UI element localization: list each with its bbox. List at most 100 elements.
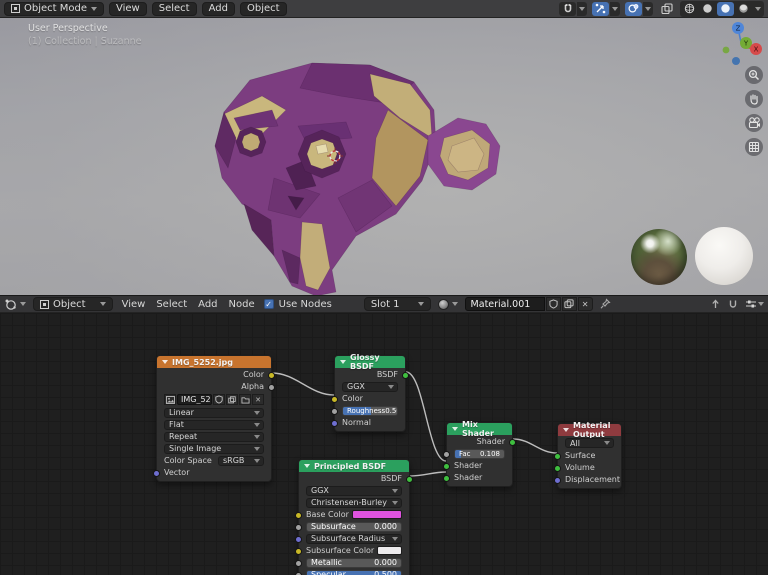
unlink-material-button[interactable]: ✕ (577, 297, 593, 311)
socket-metallic-in[interactable] (295, 559, 302, 567)
material-slot-selector[interactable]: Slot 1 (363, 297, 431, 311)
extension-select[interactable]: Repeat (164, 431, 264, 442)
mode-selector[interactable]: Object Mode (4, 1, 104, 16)
fake-user-button[interactable] (545, 297, 561, 311)
socket-roughness-in[interactable] (331, 407, 338, 415)
snap-dropdown[interactable] (577, 1, 587, 16)
image-unlink-button[interactable]: ✕ (252, 394, 264, 405)
browse-material-button[interactable] (437, 298, 458, 310)
use-nodes-toggle[interactable]: ✓ Use Nodes (263, 299, 332, 310)
menu-node[interactable]: Node (227, 299, 257, 310)
image-copy-button[interactable] (226, 394, 238, 405)
node-image-header[interactable]: IMG_5252.jpg (157, 356, 271, 368)
metallic-slider[interactable]: Metallic 0.000 (306, 557, 402, 568)
image-fake-user-button[interactable] (213, 394, 225, 405)
roughness-slider[interactable]: Roughness0.500 (342, 405, 398, 416)
interpolation-select[interactable]: Linear (164, 407, 264, 418)
socket-surface-in[interactable] (554, 452, 561, 460)
socket-color-in[interactable] (331, 395, 338, 403)
collapse-icon[interactable] (304, 464, 310, 468)
ortho-grid-button[interactable] (745, 138, 763, 156)
node-principled-header[interactable]: Principled BSDF (299, 460, 409, 472)
node-principled-bsdf[interactable]: Principled BSDF BSDF GGX Christensen-Bur… (295, 459, 413, 575)
collapse-icon[interactable] (340, 360, 346, 364)
collapse-icon[interactable] (162, 360, 168, 364)
shading-wireframe-icon[interactable] (681, 2, 698, 16)
distribution-select[interactable]: GGX (342, 381, 398, 392)
gizmo-dropdown[interactable] (610, 1, 620, 16)
socket-alpha-out[interactable] (268, 383, 275, 391)
parent-arrow-icon[interactable] (710, 298, 721, 310)
menu-view[interactable]: View (120, 299, 148, 310)
overlays-dropdown[interactable] (643, 1, 653, 16)
output-target-select[interactable]: All (565, 438, 614, 448)
image-open-button[interactable] (239, 394, 251, 405)
image-browse-button[interactable] (164, 394, 176, 405)
node-glossy-header[interactable]: Glossy BSDF (335, 353, 405, 371)
shading-rendered-icon[interactable] (735, 2, 752, 16)
socket-vector-in[interactable] (153, 469, 160, 477)
socket-color-out[interactable] (268, 371, 275, 379)
gizmos-icon[interactable] (592, 1, 609, 16)
shader-type-selector[interactable]: Object (33, 297, 113, 311)
socket-shader2-in[interactable] (443, 474, 450, 482)
menu-add[interactable]: Add (196, 299, 219, 310)
node-snap-icon[interactable] (728, 299, 738, 310)
node-image-texture[interactable]: IMG_5252.jpg Color Alpha IMG_5252.jpg ✕ … (153, 355, 275, 482)
filter-options-group[interactable] (745, 298, 764, 310)
socket-bsdf-out[interactable] (402, 371, 409, 379)
subsurface-method-select[interactable]: Christensen-Burley (306, 497, 402, 508)
shading-dropdown[interactable] (753, 1, 763, 16)
node-editor-canvas[interactable]: IMG_5252.jpg Color Alpha IMG_5252.jpg ✕ … (0, 313, 768, 575)
socket-normal-in[interactable] (331, 419, 338, 427)
distribution-select[interactable]: GGX (306, 485, 402, 496)
collapse-icon[interactable] (563, 428, 569, 432)
base-color-swatch[interactable] (352, 510, 402, 519)
socket-displacement-in[interactable] (554, 476, 561, 484)
navigation-gizmo[interactable]: Z Y X (718, 20, 768, 72)
viewport-3d[interactable]: User Perspective (1) Collection | Suzann… (0, 18, 768, 295)
snap-magnet-icon[interactable] (559, 1, 576, 16)
editor-type-selector[interactable] (4, 298, 26, 311)
color-space-select[interactable]: sRGB (218, 455, 264, 466)
socket-shader-out[interactable] (509, 438, 516, 446)
menu-add[interactable]: Add (201, 1, 235, 16)
node-material-output[interactable]: Material Output All Surface Volume Displ… (554, 421, 622, 489)
shading-solid-icon[interactable] (699, 2, 716, 16)
material-name-field[interactable]: Material.001 (464, 297, 545, 311)
socket-base-color-in[interactable] (295, 511, 302, 519)
shading-material-icon[interactable] (717, 1, 734, 16)
subsurface-slider[interactable]: Subsurface 0.000 (306, 521, 402, 532)
subsurface-color-swatch[interactable] (377, 546, 402, 555)
menu-object[interactable]: Object (239, 1, 287, 16)
socket-fac-in[interactable] (443, 450, 450, 458)
camera-view-button[interactable] (745, 114, 763, 132)
menu-select[interactable]: Select (154, 299, 189, 310)
zoom-tool-button[interactable] (745, 66, 763, 84)
image-name-field[interactable]: IMG_5252.jpg (177, 394, 212, 405)
projection-select[interactable]: Flat (164, 419, 264, 430)
collapse-icon[interactable] (452, 427, 458, 431)
socket-specular-in[interactable] (295, 571, 302, 575)
node-mix-shader[interactable]: Mix Shader Shader Fac 0.108 Shader Shader (443, 420, 516, 487)
overlays-icon[interactable] (625, 1, 642, 16)
socket-shader1-in[interactable] (443, 462, 450, 470)
pan-hand-button[interactable] (745, 90, 763, 108)
node-mix-header[interactable]: Mix Shader (447, 420, 512, 438)
xray-toggle-icon[interactable] (658, 2, 675, 16)
socket-subsurface-in[interactable] (295, 523, 302, 531)
menu-select[interactable]: Select (151, 1, 197, 16)
specular-slider[interactable]: Specular 0.500 (306, 569, 402, 575)
node-output-header[interactable]: Material Output (558, 421, 621, 439)
socket-bsdf-out[interactable] (406, 475, 413, 483)
node-glossy-bsdf[interactable]: Glossy BSDF BSDF GGX Color Roughness0.50… (331, 353, 409, 432)
pin-icon[interactable] (600, 298, 611, 310)
subsurface-radius-field[interactable]: Subsurface Radius (306, 533, 402, 544)
socket-subsurface-color-in[interactable] (295, 547, 302, 555)
new-material-button[interactable] (561, 297, 577, 311)
socket-subsurface-radius-in[interactable] (295, 535, 302, 543)
socket-volume-in[interactable] (554, 464, 561, 472)
menu-view[interactable]: View (109, 1, 147, 16)
source-select[interactable]: Single Image (164, 443, 264, 454)
fac-slider[interactable]: Fac 0.108 (454, 448, 505, 459)
